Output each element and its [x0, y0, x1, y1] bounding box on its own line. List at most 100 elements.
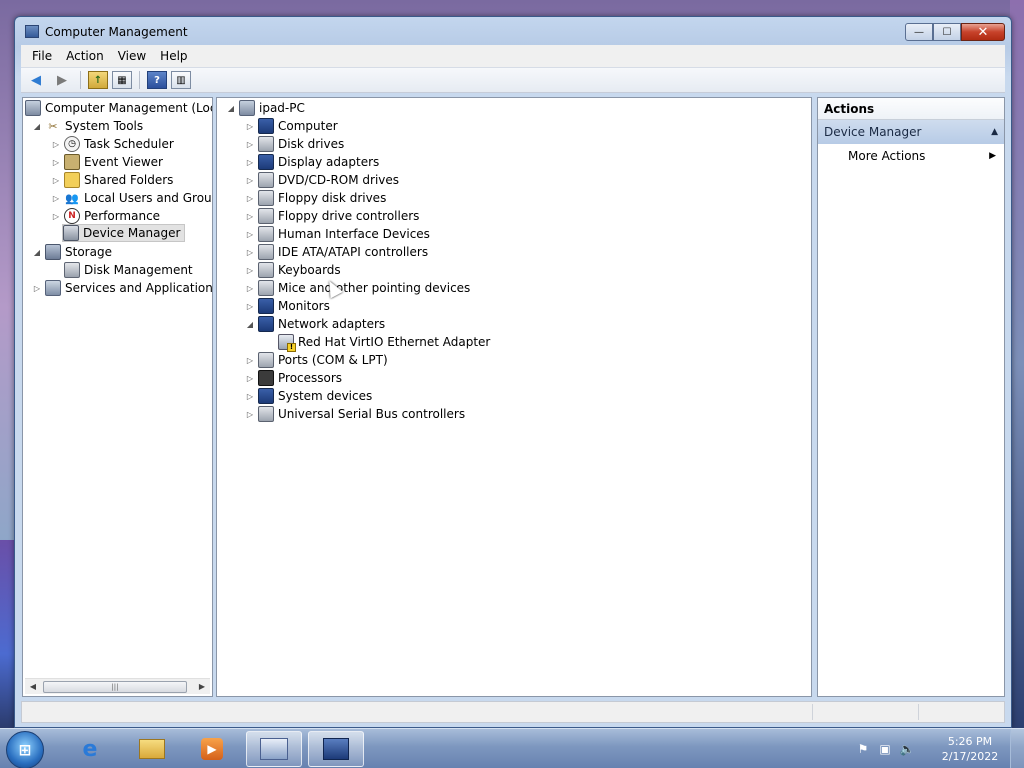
- scroll-left-icon[interactable]: ◀: [25, 682, 41, 691]
- expand-triangle-icon[interactable]: ▷: [244, 138, 256, 150]
- device-category-dvd-cdrom[interactable]: ▷ DVD/CD-ROM drives: [244, 171, 399, 189]
- minimize-button[interactable]: —: [905, 23, 933, 41]
- expand-triangle-icon[interactable]: ▷: [244, 300, 256, 312]
- device-category-label: Floppy drive controllers: [278, 209, 420, 223]
- system-tray: ⚑ ▣ 🔈 5:26 PM 2/17/2022: [852, 729, 1024, 768]
- show-hide-action-pane-icon[interactable]: ▥: [171, 71, 191, 89]
- horizontal-scrollbar[interactable]: ◀ ||| ▶: [25, 678, 210, 694]
- maximize-button[interactable]: ☐: [933, 23, 961, 41]
- show-desktop-button[interactable]: [1010, 729, 1024, 768]
- file-explorer-icon[interactable]: [124, 731, 180, 767]
- expand-triangle-icon[interactable]: ▷: [244, 192, 256, 204]
- up-level-icon[interactable]: ↑: [88, 71, 108, 89]
- device-category-label: Processors: [278, 371, 343, 385]
- device-category-processors[interactable]: ▷ Processors: [244, 369, 342, 387]
- tree-item-shared-folders[interactable]: ▷ Shared Folders: [50, 171, 173, 189]
- expand-triangle-icon[interactable]: ▷: [244, 282, 256, 294]
- expand-triangle-icon[interactable]: ▷: [244, 210, 256, 222]
- tree-item-local-users[interactable]: ▷ 👥 Local Users and Groups: [50, 189, 212, 207]
- start-button[interactable]: ⊞: [6, 731, 44, 768]
- expand-triangle-icon[interactable]: ▷: [244, 354, 256, 366]
- tree-item-device-manager[interactable]: Device Manager: [62, 224, 186, 242]
- device-category-label: Display adapters: [278, 155, 380, 169]
- system-clock[interactable]: 5:26 PM 2/17/2022: [930, 734, 1010, 764]
- server-manager-taskbar-icon[interactable]: [246, 731, 302, 767]
- network-status-icon[interactable]: ▣: [874, 742, 896, 756]
- device-category-hid[interactable]: ▷ Human Interface Devices: [244, 225, 430, 243]
- collapse-up-icon[interactable]: ▲: [991, 127, 998, 137]
- menu-view[interactable]: View: [111, 49, 153, 63]
- expand-triangle-icon[interactable]: ▷: [50, 138, 62, 150]
- computer-management-taskbar-icon[interactable]: [308, 731, 364, 767]
- performance-icon: N: [64, 208, 80, 224]
- expand-triangle-icon[interactable]: ▷: [244, 156, 256, 168]
- collapse-triangle-icon[interactable]: ◢: [31, 246, 43, 258]
- expand-triangle-icon[interactable]: ▷: [31, 282, 43, 294]
- help-icon[interactable]: ?: [147, 71, 167, 89]
- menu-action[interactable]: Action: [59, 49, 111, 63]
- expand-triangle-icon[interactable]: ▷: [50, 174, 62, 186]
- device-category-keyboards[interactable]: ▷ Keyboards: [244, 261, 341, 279]
- expand-triangle-icon[interactable]: ▷: [50, 156, 62, 168]
- scrollbar-thumb[interactable]: |||: [43, 681, 187, 693]
- keyboard-icon: [258, 262, 274, 278]
- device-tree-root[interactable]: ◢ ipad-PC: [225, 99, 305, 117]
- display-adapter-icon: [258, 154, 274, 170]
- expand-triangle-icon[interactable]: ▷: [244, 408, 256, 420]
- tree-item-disk-management[interactable]: Disk Management: [64, 261, 193, 279]
- show-hide-console-tree-icon[interactable]: ▦: [112, 71, 132, 89]
- close-button[interactable]: ✕: [961, 23, 1005, 41]
- menu-file[interactable]: File: [25, 49, 59, 63]
- scroll-right-icon[interactable]: ▶: [194, 682, 210, 691]
- tree-item-computer-management[interactable]: Computer Management (Local: [25, 99, 212, 117]
- actions-section-device-manager[interactable]: Device Manager ▲: [818, 120, 1004, 144]
- expand-triangle-icon[interactable]: ▷: [244, 390, 256, 402]
- tree-item-storage[interactable]: ◢ Storage: [31, 243, 112, 261]
- expand-triangle-icon[interactable]: ▷: [244, 372, 256, 384]
- tree-item-event-viewer[interactable]: ▷ Event Viewer: [50, 153, 163, 171]
- volume-muted-icon[interactable]: 🔈: [896, 742, 918, 756]
- tree-item-services-apps[interactable]: ▷ Services and Applications: [31, 279, 212, 297]
- back-arrow-icon[interactable]: ◀: [25, 70, 47, 90]
- tree-item-task-scheduler[interactable]: ▷ ◷ Task Scheduler: [50, 135, 174, 153]
- device-category-label: Mice and other pointing devices: [278, 281, 471, 295]
- collapse-triangle-icon[interactable]: ◢: [225, 102, 237, 114]
- expand-triangle-icon[interactable]: ▷: [244, 120, 256, 132]
- device-category-display-adapters[interactable]: ▷ Display adapters: [244, 153, 379, 171]
- expand-triangle-icon[interactable]: ▷: [244, 264, 256, 276]
- device-category-usb[interactable]: ▷ Universal Serial Bus controllers: [244, 405, 465, 423]
- tree-item-performance[interactable]: ▷ N Performance: [50, 207, 160, 225]
- device-category-label: Human Interface Devices: [278, 227, 430, 241]
- expand-triangle-icon[interactable]: ▷: [244, 246, 256, 258]
- device-category-monitors[interactable]: ▷ Monitors: [244, 297, 330, 315]
- menu-help[interactable]: Help: [153, 49, 194, 63]
- device-category-ide-ata[interactable]: ▷ IDE ATA/ATAPI controllers: [244, 243, 428, 261]
- expand-triangle-icon[interactable]: ▷: [50, 210, 62, 222]
- device-tree-pane: ◢ ipad-PC ▷ Computer ▷ Disk drives ▷ Dis…: [216, 97, 812, 697]
- device-category-floppy-controllers[interactable]: ▷ Floppy drive controllers: [244, 207, 419, 225]
- action-center-flag-icon[interactable]: ⚑: [852, 742, 874, 756]
- more-actions-label: More Actions: [848, 149, 926, 163]
- status-segment: [812, 704, 813, 720]
- computer-management-icon: [25, 100, 41, 116]
- expand-triangle-icon[interactable]: ▷: [50, 192, 62, 204]
- title-bar[interactable]: Computer Management — ☐ ✕: [15, 17, 1011, 47]
- expand-triangle-icon[interactable]: ▷: [244, 228, 256, 240]
- device-category-disk-drives[interactable]: ▷ Disk drives: [244, 135, 344, 153]
- device-category-floppy-disk[interactable]: ▷ Floppy disk drives: [244, 189, 386, 207]
- media-player-icon[interactable]: ▶: [184, 731, 240, 767]
- tree-item-label: Event Viewer: [84, 155, 163, 169]
- collapse-triangle-icon[interactable]: ◢: [244, 318, 256, 330]
- collapse-triangle-icon[interactable]: ◢: [31, 120, 43, 132]
- device-category-system-devices[interactable]: ▷ System devices: [244, 387, 372, 405]
- expand-triangle-icon[interactable]: ▷: [244, 174, 256, 186]
- device-item-virtio-ethernet[interactable]: ! Red Hat VirtIO Ethernet Adapter: [278, 333, 490, 352]
- more-actions-item[interactable]: More Actions ▶: [818, 144, 1004, 168]
- device-category-network-adapters[interactable]: ◢ Network adapters: [244, 315, 385, 333]
- tree-item-system-tools[interactable]: ◢ ✂ System Tools: [31, 117, 143, 135]
- device-category-computer[interactable]: ▷ Computer: [244, 117, 338, 135]
- device-category-mice[interactable]: ▷ Mice and other pointing devices: [244, 279, 470, 297]
- forward-arrow-icon[interactable]: ▶: [51, 70, 73, 90]
- device-category-ports[interactable]: ▷ Ports (COM & LPT): [244, 351, 388, 369]
- internet-explorer-icon[interactable]: e: [62, 731, 118, 767]
